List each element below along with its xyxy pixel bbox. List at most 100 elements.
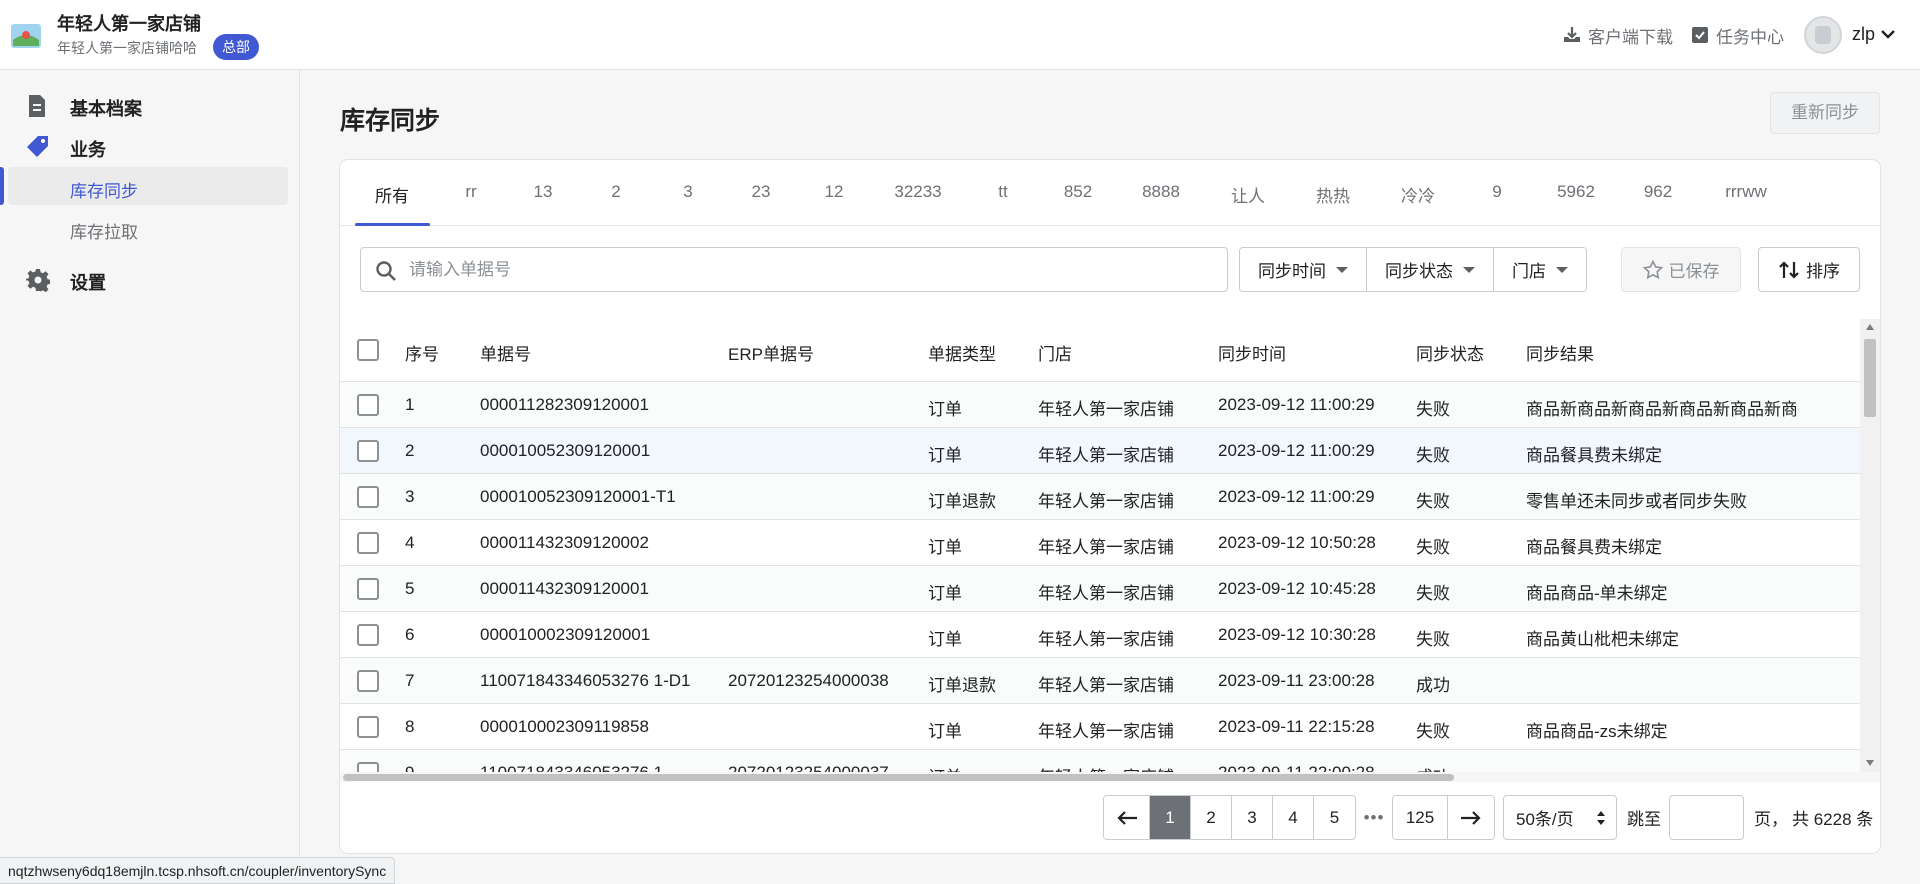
- page-button[interactable]: 4: [1273, 796, 1314, 839]
- tab-852[interactable]: 852: [1064, 182, 1092, 202]
- tab-rere[interactable]: 热热: [1316, 182, 1350, 207]
- cell-status: 失败: [1416, 446, 1450, 465]
- column-header[interactable]: 同步结果: [1526, 340, 1594, 365]
- sidebar-item-inventory-pull[interactable]: 库存拉取: [8, 208, 288, 246]
- jump-page-input[interactable]: [1669, 795, 1744, 840]
- tab-lengleng[interactable]: 冷冷: [1401, 182, 1435, 207]
- column-header[interactable]: 序号: [405, 340, 439, 365]
- tab-23[interactable]: 23: [752, 182, 771, 202]
- column-header[interactable]: 单据号: [480, 340, 531, 365]
- tab-2[interactable]: 2: [611, 182, 620, 202]
- tab-all[interactable]: 所有: [375, 182, 409, 207]
- cell-sync-time: 2023-09-12 11:00:29: [1218, 395, 1375, 414]
- cell-sync-time: 2023-09-12 10:45:28: [1218, 579, 1376, 598]
- row-checkbox[interactable]: [357, 440, 379, 462]
- store-logo-icon: [11, 24, 41, 48]
- tab-962[interactable]: 962: [1644, 182, 1672, 202]
- page-button[interactable]: 5: [1314, 796, 1355, 839]
- jump-label: 跳至: [1627, 810, 1661, 829]
- gear-icon: [26, 269, 50, 292]
- cell-type: 订单: [928, 538, 962, 557]
- column-header[interactable]: 同步状态: [1416, 340, 1484, 365]
- cell-status: 失败: [1416, 400, 1450, 419]
- tab-8888[interactable]: 8888: [1142, 182, 1180, 202]
- filter-store[interactable]: 门店: [1494, 248, 1586, 291]
- user-name[interactable]: zlp: [1852, 24, 1875, 45]
- row-checkbox[interactable]: [357, 578, 379, 600]
- next-page-button[interactable]: [1448, 796, 1494, 839]
- select-all-checkbox[interactable]: [357, 339, 379, 361]
- tab-5962[interactable]: 5962: [1557, 182, 1595, 202]
- saved-button[interactable]: 已保存: [1621, 247, 1741, 292]
- user-avatar[interactable]: [1804, 16, 1842, 54]
- scroll-thumb[interactable]: [343, 774, 1454, 781]
- row-checkbox[interactable]: [357, 624, 379, 646]
- page-ellipsis[interactable]: •••: [1356, 808, 1392, 828]
- active-tab-indicator: [355, 223, 430, 226]
- page-size-select[interactable]: 50条/页: [1503, 795, 1617, 840]
- row-checkbox[interactable]: [357, 762, 379, 772]
- tab-13[interactable]: 13: [534, 182, 553, 202]
- table-row[interactable]: 3 000010052309120001-T1 订单退款 年轻人第一家店铺 20…: [340, 474, 1860, 520]
- filter-sync-status[interactable]: 同步状态: [1367, 248, 1494, 291]
- task-center-link[interactable]: 任务中心: [1690, 22, 1784, 48]
- cell-no: 3: [405, 487, 415, 506]
- page-button[interactable]: 1: [1150, 796, 1191, 839]
- sidebar-item-business[interactable]: 业务: [0, 128, 300, 164]
- prev-page-button[interactable]: [1104, 796, 1150, 839]
- vertical-scrollbar[interactable]: [1860, 319, 1880, 772]
- sidebar-item-inventory-sync[interactable]: 库存同步: [0, 167, 288, 205]
- tab-9[interactable]: 9: [1492, 182, 1501, 202]
- horizontal-scrollbar[interactable]: [340, 772, 1880, 782]
- tab-tt[interactable]: tt: [998, 182, 1007, 202]
- chevron-down-icon[interactable]: [1880, 28, 1896, 40]
- filter-sync-time[interactable]: 同步时间: [1240, 248, 1367, 291]
- tab-rr[interactable]: rr: [465, 182, 476, 202]
- cell-sync-time: 2023-09-12 10:30:28: [1218, 625, 1376, 644]
- row-checkbox[interactable]: [357, 670, 379, 692]
- tab-32233[interactable]: 32233: [894, 182, 941, 202]
- scroll-thumb[interactable]: [1864, 339, 1876, 417]
- table-row[interactable]: 1 000011282309120001 订单 年轻人第一家店铺 2023-09…: [340, 382, 1860, 428]
- table-row[interactable]: 6 000010002309120001 订单 年轻人第一家店铺 2023-09…: [340, 612, 1860, 658]
- cell-doc-no: 000010002309119858: [480, 717, 649, 736]
- table-row[interactable]: 9 110071843346053276 1 20720123254000037…: [340, 750, 1860, 772]
- search-field[interactable]: [360, 247, 1228, 292]
- sidebar-item-label: 库存拉取: [70, 223, 138, 242]
- sort-button[interactable]: 排序: [1758, 247, 1860, 292]
- cell-result: 零售单还未同步或者同步失败: [1526, 492, 1747, 511]
- last-page-button[interactable]: 125: [1393, 796, 1448, 839]
- task-center-label: 任务中心: [1716, 27, 1784, 47]
- sidebar-item-basic-archive[interactable]: 基本档案: [0, 87, 300, 123]
- search-input[interactable]: [409, 248, 1209, 291]
- page-button[interactable]: 3: [1232, 796, 1273, 839]
- row-checkbox[interactable]: [357, 486, 379, 508]
- tab-12[interactable]: 12: [825, 182, 844, 202]
- cell-doc-no: 110071843346053276 1-D1: [480, 671, 691, 690]
- row-checkbox[interactable]: [357, 716, 379, 738]
- scroll-down-icon[interactable]: [1866, 760, 1874, 766]
- resync-button[interactable]: 重新同步: [1770, 92, 1880, 134]
- cell-doc-no: 000011432309120001: [480, 579, 649, 598]
- tab-3[interactable]: 3: [683, 182, 692, 202]
- sidebar-item-settings[interactable]: 设置: [0, 261, 300, 297]
- table-row[interactable]: 8 000010002309119858 订单 年轻人第一家店铺 2023-09…: [340, 704, 1860, 750]
- column-header[interactable]: 门店: [1038, 340, 1072, 365]
- tab-rrrww[interactable]: rrrww: [1725, 182, 1767, 202]
- column-header[interactable]: 单据类型: [928, 340, 996, 365]
- table-row[interactable]: 4 000011432309120002 订单 年轻人第一家店铺 2023-09…: [340, 520, 1860, 566]
- table-row[interactable]: 2 000010052309120001 订单 年轻人第一家店铺 2023-09…: [340, 428, 1860, 474]
- scroll-up-icon[interactable]: [1866, 324, 1874, 330]
- column-header[interactable]: 同步时间: [1218, 340, 1286, 365]
- tab-rangren[interactable]: 让人: [1231, 182, 1265, 207]
- row-checkbox[interactable]: [357, 532, 379, 554]
- cell-result: 商品餐具费未绑定: [1526, 446, 1662, 465]
- inventory-sync-card: 所有 rr 13 2 3 23 12 32233 tt 852 8888 让人 …: [340, 160, 1880, 853]
- table-row[interactable]: 7 110071843346053276 1-D1 20720123254000…: [340, 658, 1860, 704]
- column-header[interactable]: ERP单据号: [728, 340, 814, 365]
- table-row[interactable]: 5 000011432309120001 订单 年轻人第一家店铺 2023-09…: [340, 566, 1860, 612]
- page-button[interactable]: 2: [1191, 796, 1232, 839]
- client-download-link[interactable]: 客户端下载: [1562, 22, 1673, 48]
- row-checkbox[interactable]: [357, 394, 379, 416]
- cell-status: 失败: [1416, 538, 1450, 557]
